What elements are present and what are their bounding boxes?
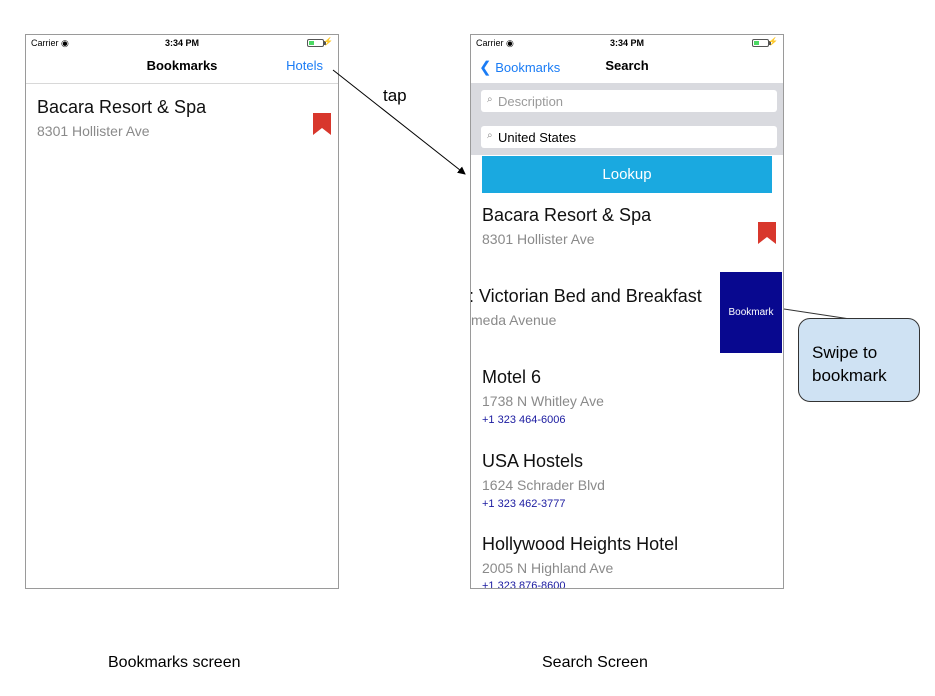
location-value: United States	[498, 130, 577, 145]
bookmark-icon[interactable]	[758, 222, 776, 244]
item-name: Hollywood Heights Hotel	[482, 534, 679, 554]
callout-line: bookmark	[812, 366, 887, 385]
item-name: : Victorian Bed and Breakfast	[470, 286, 702, 306]
nav-bar: ❮ Bookmarks Search	[471, 51, 783, 81]
search-icon: ⌕	[487, 130, 493, 141]
search-bar: ⌕ Description ⌕ United States	[471, 83, 783, 155]
search-screen: Carrier ◉ 3:34 PM ⚡ ❮ Bookmarks Search ⌕…	[470, 34, 784, 589]
item-address: 2005 N Highland Ave	[482, 560, 614, 576]
item-phone[interactable]: +1 323 464-6006	[482, 414, 566, 426]
item-name: Bacara Resort & Spa	[482, 205, 652, 225]
item-address: 1738 N Whitley Ave	[482, 393, 604, 409]
item-name: Motel 6	[482, 367, 542, 387]
search-screen-caption: Search Screen	[542, 654, 648, 671]
swipe-bookmark-button[interactable]: Bookmark	[720, 272, 782, 353]
callout-line: Swipe to	[812, 343, 878, 362]
status-time: 3:34 PM	[164, 38, 199, 48]
status-bar: Carrier ◉ 3:34 PM ⚡	[26, 35, 338, 51]
lookup-button[interactable]: Lookup	[482, 156, 772, 193]
nav-bar: Bookmarks Hotels	[26, 51, 338, 81]
bookmark-icon[interactable]	[313, 113, 331, 135]
bookmarks-screen: Carrier ◉ 3:34 PM ⚡ Bookmarks Hotels Bac…	[25, 34, 339, 589]
item-address: 8301 Hollister Ave	[482, 231, 595, 247]
item-address: 1624 Schrader Blvd	[482, 477, 605, 493]
hotels-button[interactable]: Hotels	[286, 58, 323, 73]
nav-divider	[26, 83, 338, 84]
swipe-callout: Swipe to bookmark	[798, 318, 920, 402]
charging-icon: ⚡	[323, 37, 333, 46]
description-placeholder: Description	[498, 94, 564, 109]
item-address: 8301 Hollister Ave	[37, 123, 150, 139]
bookmarks-screen-caption: Bookmarks screen	[108, 654, 241, 671]
battery-icon	[752, 39, 771, 47]
item-name: USA Hostels	[482, 451, 584, 471]
location-search-input[interactable]: ⌕ United States	[481, 126, 777, 148]
item-name: Bacara Resort & Spa	[37, 97, 207, 117]
charging-icon: ⚡	[768, 37, 778, 46]
status-time: 3:34 PM	[609, 38, 644, 48]
item-phone[interactable]: +1 323 462-3777	[482, 498, 566, 510]
battery-icon	[307, 39, 326, 47]
search-icon: ⌕	[487, 94, 493, 105]
tap-label: tap	[383, 86, 407, 105]
description-search-input[interactable]: ⌕ Description	[481, 90, 777, 112]
item-phone[interactable]: +1 323 876-8600	[482, 580, 566, 588]
item-address: meda Avenue	[471, 312, 557, 328]
page-title: Search	[605, 58, 649, 73]
status-bar: Carrier ◉ 3:34 PM ⚡	[471, 35, 783, 51]
